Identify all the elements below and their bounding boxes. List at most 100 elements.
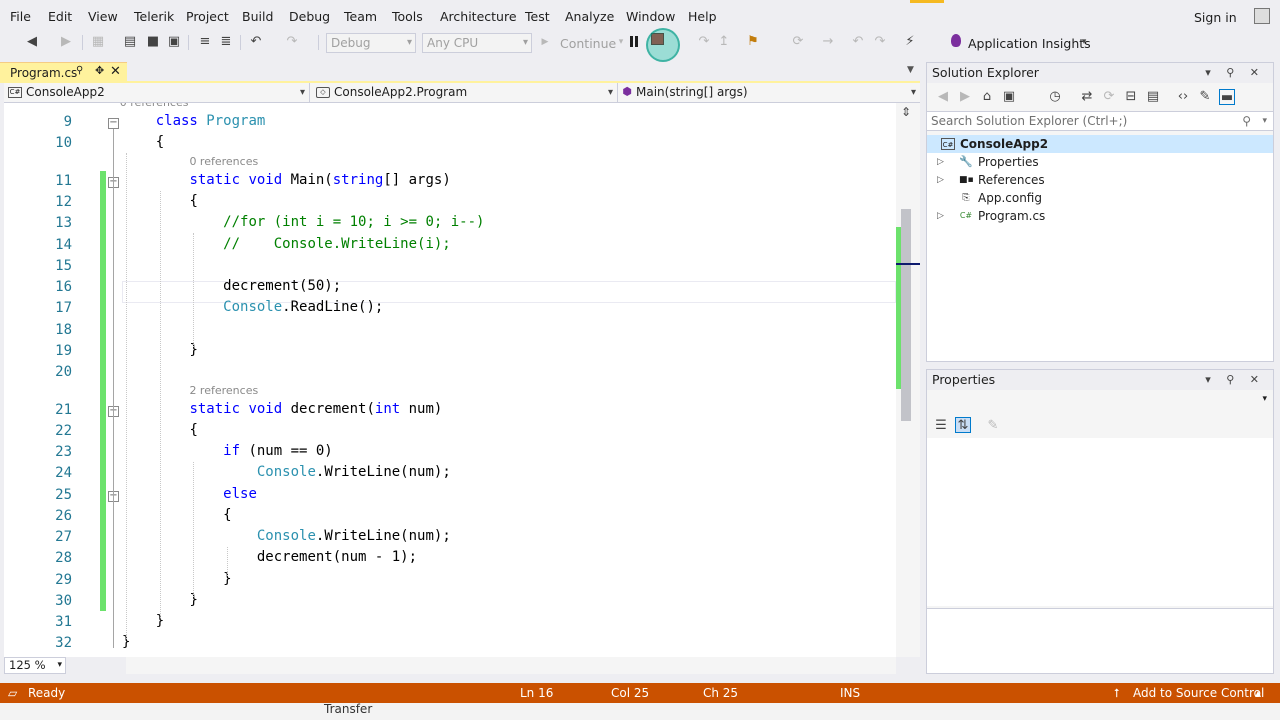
app-insights-dropdown-icon[interactable]: ▾	[1076, 34, 1092, 50]
undo-icon[interactable]: ↶	[248, 34, 264, 50]
add-to-source-control-button[interactable]: Add to Source Control	[1133, 683, 1264, 703]
find-icon[interactable]: ⚑	[745, 34, 761, 50]
line-number: 16	[55, 279, 72, 295]
code-token: Console	[223, 299, 283, 315]
continue-button[interactable]: Continue	[560, 36, 616, 51]
tree-item-properties[interactable]: ▷ 🔧 Properties	[927, 153, 1273, 171]
forward-icon[interactable]: ▶	[58, 34, 74, 50]
switch-views-icon[interactable]: ▣	[1001, 89, 1017, 105]
save-icon[interactable]: ■	[145, 34, 161, 50]
platform-select[interactable]: Any CPU	[422, 33, 532, 53]
properties-toolbar: ☰ ⇅ ✎	[927, 414, 1273, 438]
account-icon[interactable]	[1254, 8, 1270, 24]
fold-class-toggle[interactable]: −	[108, 118, 119, 129]
step-over-icon[interactable]: ↷	[696, 34, 712, 50]
properties-wrench-icon[interactable]: ✎	[1197, 89, 1213, 105]
menu-tools[interactable]: Tools	[392, 9, 423, 24]
view-code-icon[interactable]: ‹›	[1175, 89, 1191, 105]
step-out-icon[interactable]: ↥	[716, 34, 732, 50]
menu-debug[interactable]: Debug	[289, 9, 330, 24]
back-icon[interactable]: ◀	[935, 89, 951, 105]
search-input[interactable]: Search Solution Explorer (Ctrl+;) ⚲ ▾	[927, 111, 1273, 131]
tab-overflow-icon[interactable]: ▼	[907, 65, 914, 75]
status-text: Ready	[28, 686, 66, 700]
menu-help[interactable]: Help	[688, 9, 717, 24]
panel-window-buttons[interactable]: ▾ ⚲ ✕	[1205, 370, 1265, 390]
break-all-icon[interactable]	[629, 36, 641, 49]
menu-test[interactable]: Test	[525, 9, 550, 24]
menu-architecture[interactable]: Architecture	[440, 9, 517, 24]
menu-telerik[interactable]: Telerik	[134, 9, 174, 24]
publish-arrow-icon: ⭡	[1114, 686, 1120, 700]
tree-label: ConsoleApp2	[960, 137, 1049, 151]
keep-tab-icon[interactable]: ✥	[95, 64, 104, 77]
chevron-up-icon[interactable]: ▴	[1255, 683, 1261, 703]
new-project-icon[interactable]: ▦	[90, 34, 106, 50]
open-file-icon[interactable]: ▤	[122, 34, 138, 50]
tab-program-cs[interactable]: Program.cs ⚲ ✥ ✕	[0, 62, 127, 82]
editor-vertical-scrollbar[interactable]: ⇕	[896, 103, 920, 657]
codelens-references[interactable]: 0 references	[120, 103, 189, 109]
tree-item-project[interactable]: C# ConsoleApp2	[927, 135, 1273, 153]
search-icon[interactable]: ⚲	[1242, 112, 1251, 130]
uncomment-icon[interactable]: ≣	[218, 34, 234, 50]
codelens-references[interactable]: 2 references	[189, 384, 258, 397]
continue-dropdown-icon[interactable]: ▾	[613, 34, 629, 50]
object-select[interactable]: ▾	[927, 392, 1273, 410]
expand-arrow-icon[interactable]: ▷	[937, 207, 944, 225]
save-all-icon[interactable]: ▣	[166, 34, 182, 50]
bookmark-next-icon[interactable]: ↷	[872, 34, 888, 50]
property-pages-icon[interactable]: ✎	[985, 418, 1001, 434]
type-dropdown[interactable]: ◇ ConsoleApp2.Program ▾	[312, 83, 618, 102]
member-dropdown[interactable]: ⬢ Main(string[] args) ▾	[618, 83, 920, 102]
navigate-icon[interactable]: →	[820, 34, 836, 50]
project-dropdown[interactable]: C# ConsoleApp2 ▾	[4, 83, 310, 102]
collapse-all-icon[interactable]: ⊟	[1123, 89, 1139, 105]
tree-item-references[interactable]: ▷ ■▪ References	[927, 171, 1273, 189]
codelens-references[interactable]: 0 references	[189, 155, 258, 168]
pending-changes-icon[interactable]: ◷	[1047, 89, 1063, 105]
indent-guide	[193, 233, 195, 347]
refresh-icon[interactable]: ⟳	[1101, 89, 1117, 105]
application-insights-button[interactable]: Application Insights	[968, 36, 1091, 51]
back-icon[interactable]: ◀	[24, 34, 40, 50]
menu-project[interactable]: Project	[186, 9, 229, 24]
close-icon[interactable]: ✕	[110, 64, 121, 79]
home-icon[interactable]: ⌂	[979, 89, 995, 105]
menu-file[interactable]: File	[10, 9, 31, 24]
comment-out-icon[interactable]: ≡	[197, 34, 213, 50]
menu-window[interactable]: Window	[626, 9, 675, 24]
menu-team[interactable]: Team	[344, 9, 377, 24]
sync-icon[interactable]: ⇄	[1079, 89, 1095, 105]
tree-item-program-cs[interactable]: ▷ C# Program.cs	[927, 207, 1273, 225]
panel-window-buttons[interactable]: ▾ ⚲ ✕	[1205, 63, 1265, 83]
menu-edit[interactable]: Edit	[48, 9, 72, 24]
bookmark-prev-icon[interactable]: ↶	[850, 34, 866, 50]
show-all-files-icon[interactable]: ▤	[1145, 89, 1161, 105]
preview-icon[interactable]: ▬	[1219, 89, 1235, 105]
sign-in-link[interactable]: Sign in	[1194, 10, 1237, 25]
code-token: .WriteLine(num);	[315, 464, 451, 480]
expand-arrow-icon[interactable]: ▷	[937, 171, 944, 189]
tree-item-app-config[interactable]: ⎘ App.config	[927, 189, 1273, 207]
menu-view[interactable]: View	[88, 9, 118, 24]
alphabetical-icon[interactable]: ⇅	[955, 417, 971, 433]
zoom-select[interactable]: 125 % ▾	[4, 657, 66, 674]
menu-build[interactable]: Build	[242, 9, 273, 24]
expand-arrow-icon[interactable]: ▷	[937, 153, 944, 171]
diagnostics-icon[interactable]: ⚡	[902, 34, 918, 50]
code-editor[interactable]: 9 0 references class Program 10 {11 0 referen…	[4, 103, 896, 657]
menu-analyze[interactable]: Analyze	[565, 9, 614, 24]
split-window-icon[interactable]: ⇕	[901, 105, 911, 119]
categorized-icon[interactable]: ☰	[933, 418, 949, 434]
code-line: class Program	[156, 113, 266, 129]
scrollbar-thumb[interactable]	[901, 209, 911, 421]
redo-icon[interactable]: ↷	[284, 34, 300, 50]
chevron-down-icon[interactable]: ▾	[1262, 112, 1267, 130]
refresh-icon[interactable]: ⟳	[790, 34, 806, 50]
editor-horizontal-scrollbar[interactable]	[126, 657, 896, 674]
insert-mode-indicator[interactable]: INS	[840, 683, 860, 703]
forward-icon[interactable]: ▶	[957, 89, 973, 105]
pin-icon[interactable]: ⚲	[76, 65, 83, 76]
configuration-select[interactable]: Debug	[326, 33, 416, 53]
